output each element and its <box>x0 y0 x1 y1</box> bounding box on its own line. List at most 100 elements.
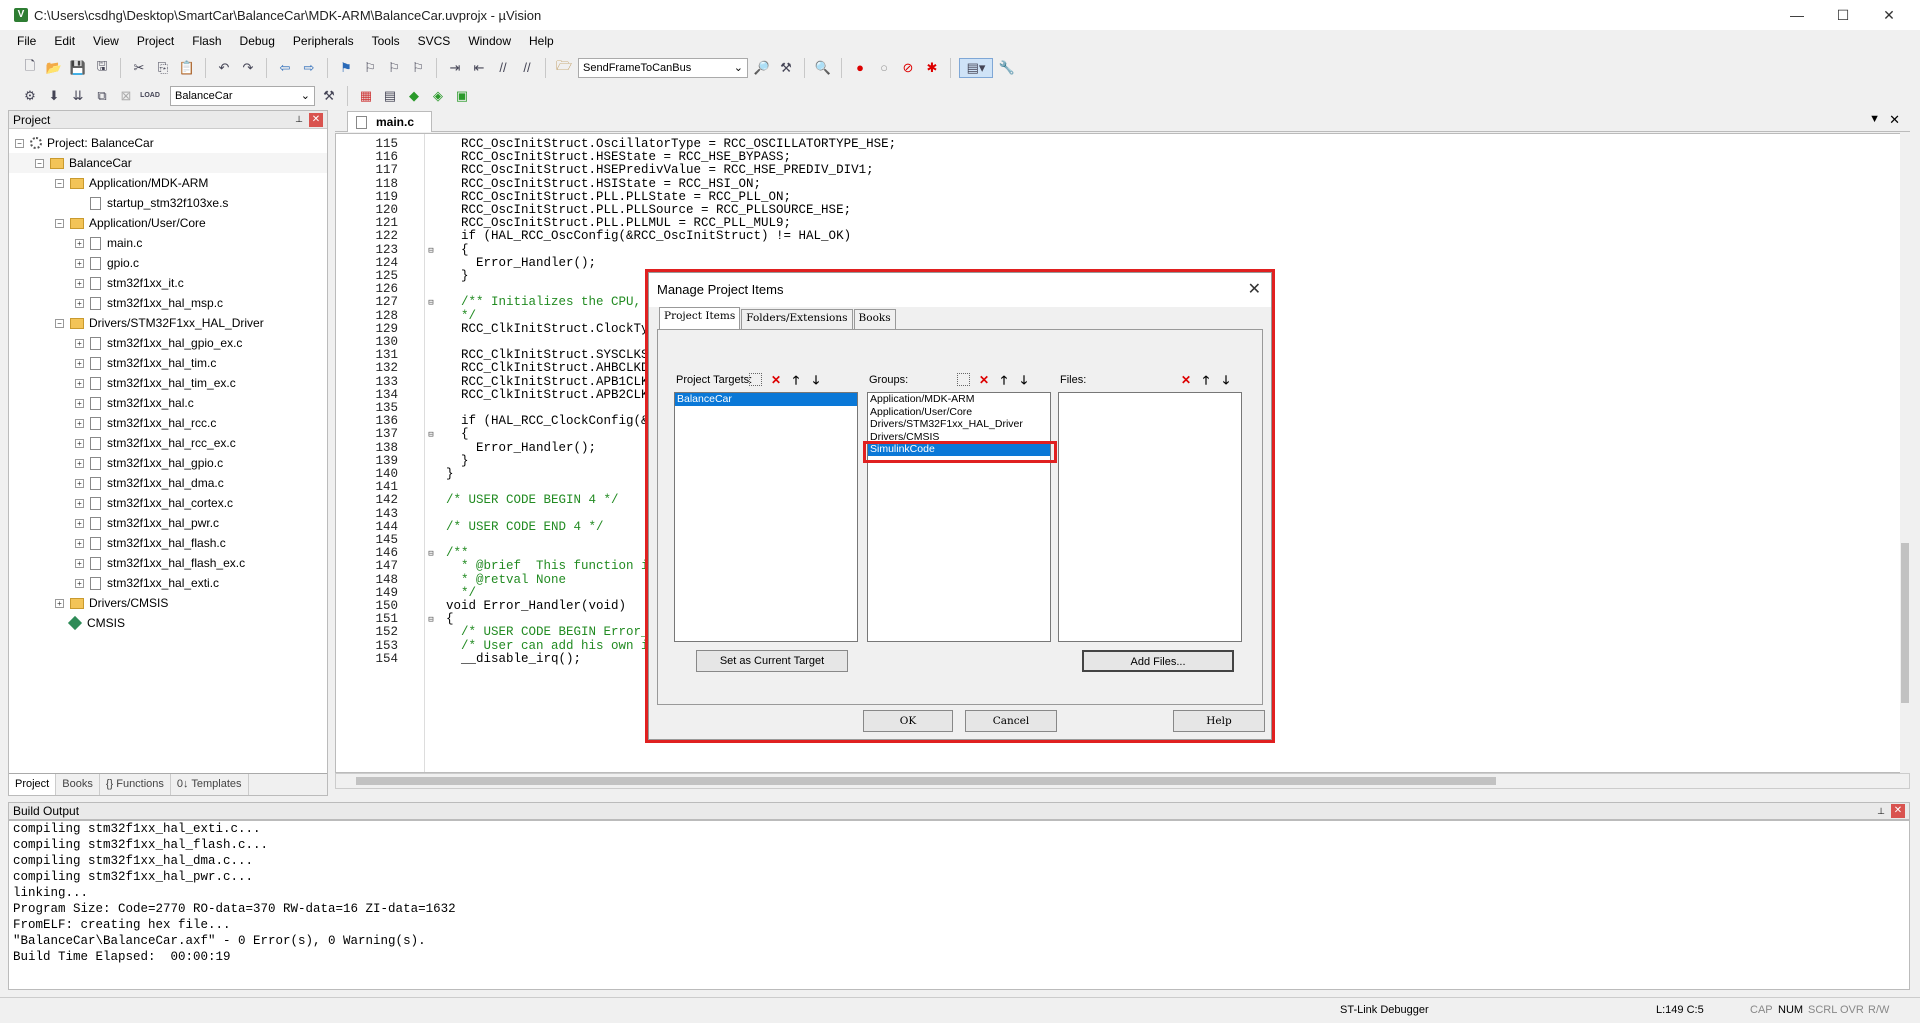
clear-bookmarks-icon[interactable]: ⚐ <box>408 58 428 78</box>
debug-session-icon[interactable]: 🔍 <box>813 58 833 78</box>
tree-file-item[interactable]: + stm32f1xx_hal_tim.c <box>9 353 327 373</box>
build-output-window[interactable]: compiling stm32f1xx_hal_exti.c... compili… <box>8 820 1910 990</box>
move-group-down-icon[interactable]: 🡓 <box>1016 372 1032 388</box>
bookmark-icon[interactable]: ⚑ <box>336 58 356 78</box>
collapse-icon[interactable]: − <box>55 318 64 328</box>
tree-file-item[interactable]: + stm32f1xx_hal_rcc.c <box>9 413 327 433</box>
tree-file-item[interactable]: + stm32f1xx_hal_cortex.c <box>9 493 327 513</box>
minimize-button[interactable]: — <box>1774 0 1820 30</box>
move-target-up-icon[interactable]: 🡑 <box>788 372 804 388</box>
tree-file-item[interactable]: startup_stm32f103xe.s <box>9 193 327 213</box>
build-icon[interactable]: ⬇ <box>44 86 64 106</box>
new-file-icon[interactable]: 🗋 <box>20 58 40 78</box>
breakpoint-icon[interactable]: ● <box>850 58 870 78</box>
copy-icon[interactable]: ⎘ <box>153 58 173 78</box>
menu-peripherals[interactable]: Peripherals <box>284 34 363 48</box>
files-list[interactable] <box>1058 392 1242 642</box>
group-list-item[interactable]: Application/User/Core <box>868 406 1050 419</box>
scroll-thumb[interactable] <box>356 777 1496 785</box>
new-target-icon[interactable] <box>749 373 762 386</box>
nav-back-icon[interactable]: ⇦ <box>275 58 295 78</box>
tree-file-item[interactable]: + stm32f1xx_hal_flash.c <box>9 533 327 553</box>
tree-group-item[interactable]: − Drivers/STM32F1xx_HAL_Driver <box>9 313 327 333</box>
expand-icon[interactable]: + <box>75 358 84 368</box>
tab-functions[interactable]: {} Functions <box>100 774 171 795</box>
stop-build-icon[interactable]: ⊠ <box>116 86 136 106</box>
cancel-button[interactable]: Cancel <box>965 710 1057 732</box>
help-button[interactable]: Help <box>1173 710 1265 732</box>
expand-icon[interactable]: + <box>75 438 84 448</box>
set-as-current-target-button[interactable]: Set as Current Target <box>696 650 848 672</box>
tree-file-item[interactable]: + gpio.c <box>9 253 327 273</box>
move-file-up-icon[interactable]: 🡑 <box>1198 372 1214 388</box>
tree-file-item[interactable]: + stm32f1xx_hal_gpio_ex.c <box>9 333 327 353</box>
find-in-files-icon[interactable]: 🗁 <box>554 58 574 78</box>
expand-icon[interactable]: + <box>75 418 84 428</box>
menu-project[interactable]: Project <box>128 34 183 48</box>
collapse-icon[interactable]: − <box>55 218 64 228</box>
menu-tools[interactable]: Tools <box>363 34 409 48</box>
tree-group-item[interactable]: + Drivers/CMSIS <box>9 593 327 613</box>
disable-breakpoint-icon[interactable]: ○ <box>874 58 894 78</box>
move-group-up-icon[interactable]: 🡑 <box>996 372 1012 388</box>
move-target-down-icon[interactable]: 🡓 <box>808 372 824 388</box>
expand-icon[interactable]: + <box>75 558 84 568</box>
menu-window[interactable]: Window <box>459 34 520 48</box>
manage-rte-icon[interactable]: ◆ <box>404 86 424 106</box>
target-select[interactable]: BalanceCar ⌄ <box>170 85 315 106</box>
close-tab-icon[interactable]: ✕ <box>1889 112 1900 128</box>
unindent-icon[interactable]: ⇤ <box>469 58 489 78</box>
close-panel-icon[interactable]: ✕ <box>1891 804 1905 818</box>
group-list-item[interactable]: Application/MDK-ARM <box>868 393 1050 406</box>
tree-file-item[interactable]: + stm32f1xx_hal_flash_ex.c <box>9 553 327 573</box>
tree-file-item[interactable]: + stm32f1xx_hal_gpio.c <box>9 453 327 473</box>
editor-vertical-scrollbar[interactable] <box>1900 133 1910 773</box>
open-file-icon[interactable]: 📂 <box>44 58 64 78</box>
nav-forward-icon[interactable]: ⇨ <box>299 58 319 78</box>
expand-icon[interactable]: + <box>75 478 84 488</box>
indent-icon[interactable]: ⇥ <box>445 58 465 78</box>
expand-icon[interactable]: + <box>75 378 84 388</box>
expand-icon[interactable]: + <box>75 338 84 348</box>
editor-tab-main-c[interactable]: main.c <box>347 111 432 132</box>
expand-icon[interactable]: + <box>75 498 84 508</box>
save-all-icon[interactable]: 🖫 <box>92 58 112 78</box>
tree-file-item[interactable]: + stm32f1xx_hal.c <box>9 393 327 413</box>
tree-group-item[interactable]: − BalanceCar <box>9 153 327 173</box>
pin-icon[interactable]: ⊥ <box>295 114 303 125</box>
maximize-button[interactable]: ☐ <box>1820 0 1866 30</box>
close-panel-icon[interactable]: ✕ <box>309 112 323 127</box>
save-icon[interactable]: 💾 <box>68 58 88 78</box>
expand-icon[interactable]: + <box>75 538 84 548</box>
load-icon[interactable]: LOAD <box>140 86 160 106</box>
redo-icon[interactable]: ↷ <box>238 58 258 78</box>
menu-file[interactable]: File <box>8 34 45 48</box>
menu-svcs[interactable]: SVCS <box>409 34 460 48</box>
tree-file-item[interactable]: + stm32f1xx_hal_pwr.c <box>9 513 327 533</box>
cut-icon[interactable]: ✂ <box>129 58 149 78</box>
tab-books[interactable]: Books <box>56 774 100 795</box>
tab-books[interactable]: Books <box>853 309 896 329</box>
target-options-icon[interactable]: ⚒ <box>319 86 339 106</box>
find-icon[interactable]: 🔎 <box>752 58 772 78</box>
ok-button[interactable]: OK <box>863 710 953 732</box>
tree-group-item[interactable]: − Application/User/Core <box>9 213 327 233</box>
select-packs-icon[interactable]: ◈ <box>428 86 448 106</box>
manage-project-items-icon[interactable]: ▦ <box>356 86 376 106</box>
menu-help[interactable]: Help <box>520 34 563 48</box>
expand-icon[interactable]: + <box>75 238 84 248</box>
dialog-close-icon[interactable]: ✕ <box>1248 273 1261 307</box>
tree-file-item[interactable]: + stm32f1xx_hal_exti.c <box>9 573 327 593</box>
tree-file-item[interactable]: + stm32f1xx_hal_rcc_ex.c <box>9 433 327 453</box>
disable-all-breakpoints-icon[interactable]: ✱ <box>922 58 942 78</box>
configure-icon[interactable]: 🔧 <box>997 58 1017 78</box>
delete-group-icon[interactable]: ✕ <box>976 372 992 388</box>
tab-project-items[interactable]: Project Items <box>659 307 741 329</box>
menu-edit[interactable]: Edit <box>45 34 84 48</box>
tree-file-item[interactable]: + stm32f1xx_hal_dma.c <box>9 473 327 493</box>
tree-item[interactable]: CMSIS <box>9 613 327 633</box>
new-group-icon[interactable] <box>957 373 970 386</box>
tab-folders-extensions[interactable]: Folders/Extensions <box>741 309 853 329</box>
kill-breakpoints-icon[interactable]: ⊘ <box>898 58 918 78</box>
menu-view[interactable]: View <box>84 34 128 48</box>
